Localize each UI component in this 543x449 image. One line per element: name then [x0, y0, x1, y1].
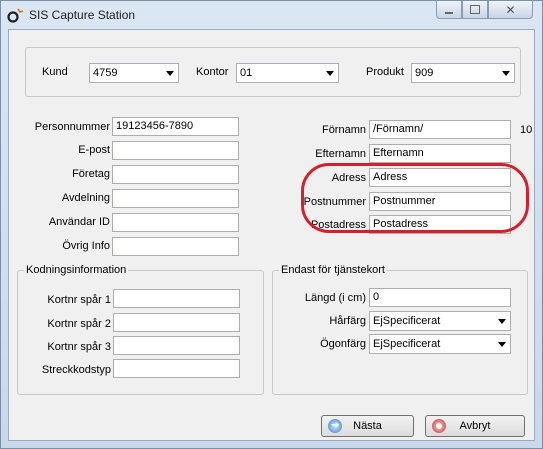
kund-dropdown[interactable]: 4759 [89, 63, 179, 83]
ogonfarg-value: EjSpecificerat [373, 338, 441, 350]
adress-input[interactable]: Adress [369, 168, 511, 187]
fornamn-label: Förnamn [321, 124, 366, 136]
chevron-down-icon [498, 319, 506, 324]
spar1-input[interactable] [113, 289, 240, 308]
selection-group: Kund 4759 Kontor 01 Produkt 909 [25, 47, 521, 97]
app-icon [7, 8, 23, 23]
avbryt-label: Avbryt [459, 420, 491, 432]
langd-input[interactable]: 0 [369, 288, 511, 307]
epost-label: E-post [78, 144, 110, 156]
personnummer-label: Personnummer [34, 121, 110, 133]
kontor-label: Kontor [196, 66, 229, 78]
chevron-down-icon [166, 71, 174, 76]
tjanstekort-title: Endast för tjänstekort [279, 264, 387, 276]
close-button[interactable]: ✕ [488, 1, 533, 19]
produkt-label: Produkt [366, 66, 404, 78]
postadress-input[interactable]: Postadress [369, 215, 511, 234]
anvandar-id-label: Användar ID [48, 216, 110, 228]
ogonfarg-dropdown[interactable]: EjSpecificerat [369, 334, 511, 354]
kontor-dropdown[interactable]: 01 [236, 63, 339, 83]
postnummer-input[interactable]: Postnummer [369, 192, 511, 211]
harfarg-dropdown[interactable]: EjSpecificerat [369, 311, 511, 331]
postadress-label: Postadress [310, 219, 366, 231]
streckkod-label: Streckkodstyp [41, 364, 111, 376]
foretag-input[interactable] [112, 165, 239, 184]
maximize-icon [470, 5, 480, 14]
avdelning-label: Avdelning [61, 192, 110, 204]
chevron-down-icon [498, 342, 506, 347]
langd-label: Längd (i cm) [304, 292, 366, 304]
fornamn-suffix: 10 [520, 124, 533, 136]
nasta-button[interactable]: ➔ Nästa [321, 415, 414, 437]
avbryt-button[interactable]: Avbryt [425, 415, 525, 437]
kontor-value: 01 [240, 67, 253, 79]
kund-label: Kund [42, 66, 68, 78]
maximize-button[interactable] [462, 1, 488, 19]
spar3-input[interactable] [113, 336, 240, 355]
ovrig-info-label: Övrig Info [62, 240, 110, 252]
harfarg-value: EjSpecificerat [373, 315, 441, 327]
main-panel: Kund 4759 Kontor 01 Produkt 909 Personnu… [8, 29, 535, 441]
fornamn-input[interactable]: /Förnamn/ [369, 120, 511, 139]
window-title: SIS Capture Station [29, 8, 136, 22]
minimize-icon [445, 11, 453, 14]
avdelning-input[interactable] [112, 189, 239, 208]
spar1-label: Kortnr spår 1 [47, 294, 111, 306]
streckkod-input[interactable] [113, 359, 240, 378]
personnummer-input[interactable]: 19123456-7890 [112, 117, 239, 136]
chevron-down-icon [326, 71, 334, 76]
kodning-title: Kodningsinformation [24, 264, 129, 276]
efternamn-input[interactable]: Efternamn [369, 144, 511, 163]
adress-label: Adress [331, 172, 366, 184]
ogonfarg-label: Ögonfärg [320, 338, 366, 350]
foretag-label: Företag [72, 168, 110, 180]
postnummer-label: Postnummer [303, 196, 366, 208]
ovrig-info-input[interactable] [112, 237, 239, 256]
nasta-label: Nästa [353, 420, 382, 432]
produkt-value: 909 [415, 67, 434, 79]
kund-value: 4759 [93, 67, 118, 79]
spar3-label: Kortnr spår 3 [47, 341, 111, 353]
harfarg-label: Hårfärg [329, 315, 366, 327]
produkt-dropdown[interactable]: 909 [411, 63, 515, 83]
epost-input[interactable] [112, 141, 239, 160]
spar2-label: Kortnr spår 2 [47, 318, 111, 330]
spar2-input[interactable] [113, 313, 240, 332]
title-bar[interactable]: SIS Capture Station ✕ [1, 1, 542, 29]
chevron-down-icon [502, 71, 510, 76]
anvandar-id-input[interactable] [112, 213, 239, 232]
efternamn-label: Efternamn [315, 148, 366, 160]
app-window: SIS Capture Station ✕ Kund 4759 Kontor 0… [0, 0, 543, 449]
close-icon: ✕ [505, 2, 516, 17]
minimize-button[interactable] [436, 1, 462, 19]
